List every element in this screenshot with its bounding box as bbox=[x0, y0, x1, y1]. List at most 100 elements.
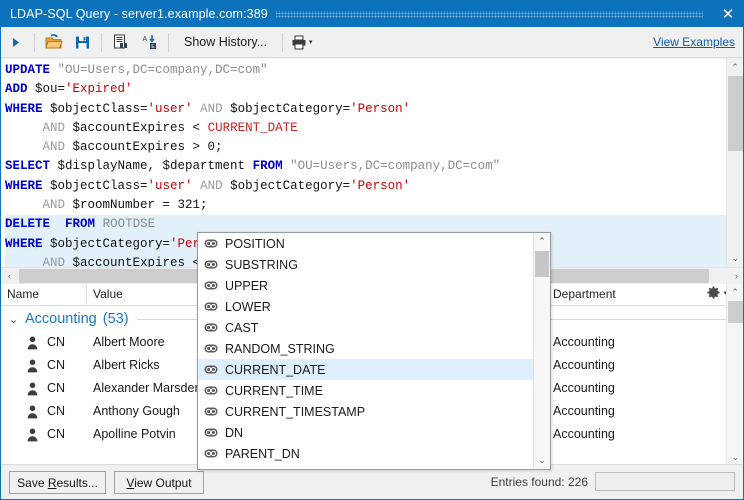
editor-vertical-scrollbar[interactable]: ⌃ ⌄ bbox=[726, 59, 743, 267]
toolbar-separator bbox=[168, 32, 169, 52]
grid-scroll-thumb[interactable] bbox=[728, 301, 743, 323]
scroll-up-icon[interactable]: ⌃ bbox=[534, 233, 550, 250]
autocomplete-item[interactable]: PARENT_DN bbox=[198, 443, 534, 464]
editor-scroll-thumb[interactable] bbox=[728, 76, 743, 151]
row-department: Accounting bbox=[553, 427, 615, 441]
function-badge-icon bbox=[204, 302, 218, 311]
autocomplete-item-label: UPPER bbox=[225, 278, 269, 293]
user-icon bbox=[27, 336, 38, 350]
column-header-department[interactable]: Department bbox=[547, 284, 727, 305]
code-token: 'Expired' bbox=[65, 82, 133, 97]
code-token: $roomNumber = 321; bbox=[65, 198, 208, 213]
code-token: $ou= bbox=[27, 82, 66, 97]
view-output-button[interactable]: View Output bbox=[114, 471, 204, 494]
scroll-left-icon[interactable]: ‹ bbox=[1, 268, 18, 284]
autocomplete-item[interactable]: RANDOM_STRING bbox=[198, 338, 534, 359]
code-token: 'Person' bbox=[350, 178, 411, 193]
code-token: FROM bbox=[252, 159, 283, 174]
save-results-label: Save Results... bbox=[17, 475, 98, 490]
sort-button[interactable]: A E bbox=[137, 30, 162, 55]
row-value: Albert Ricks bbox=[93, 358, 160, 372]
autocomplete-item[interactable]: UPPER bbox=[198, 275, 534, 296]
code-token: $displayName, $department bbox=[50, 159, 253, 174]
code-token: $objectClass= bbox=[42, 101, 148, 116]
code-line: WHERE $objectClass='user' AND $objectCat… bbox=[5, 100, 728, 119]
autocomplete-item-label: CURRENT_TIMESTAMP bbox=[225, 404, 366, 419]
autocomplete-scrollbar[interactable]: ⌃ ⌄ bbox=[533, 233, 550, 469]
toolbar: A E Show History... ▾ View Examples bbox=[1, 27, 743, 58]
toolbar-separator bbox=[101, 32, 102, 52]
user-icon bbox=[27, 359, 38, 373]
save-results-button[interactable]: Save Results... bbox=[9, 471, 106, 494]
gear-icon bbox=[707, 286, 721, 299]
show-history-button[interactable]: Show History... bbox=[175, 30, 276, 55]
autocomplete-item-label: POSITION bbox=[225, 236, 285, 251]
toolbar-separator bbox=[282, 32, 284, 52]
autocomplete-item[interactable]: CURRENT_TIMESTAMP bbox=[198, 401, 534, 422]
code-token: $accountExpires < bbox=[65, 120, 208, 135]
autocomplete-item-label: PARENT_DN bbox=[225, 446, 300, 461]
run-query-button[interactable] bbox=[3, 30, 28, 55]
code-token: $objectCategory= bbox=[42, 236, 171, 251]
chevron-down-icon[interactable]: ⌄ bbox=[9, 313, 25, 326]
scroll-up-icon[interactable]: ⌃ bbox=[727, 284, 743, 301]
grid-vertical-scrollbar[interactable]: ⌃ ⌄ bbox=[726, 284, 743, 466]
code-token: UPDATE bbox=[5, 63, 51, 77]
autocomplete-item[interactable]: POSITION bbox=[198, 233, 534, 254]
function-badge-icon bbox=[204, 449, 218, 458]
scroll-down-icon[interactable]: ⌄ bbox=[534, 452, 550, 469]
open-folder-icon bbox=[44, 34, 63, 49]
code-token: 'user' bbox=[147, 101, 193, 116]
code-line: ADD $ou='Expired' bbox=[5, 80, 728, 99]
row-name: CN bbox=[47, 381, 66, 395]
code-token: $objectCategory= bbox=[222, 178, 351, 193]
autocomplete-item-label: CAST bbox=[225, 320, 259, 335]
print-button[interactable]: ▾ bbox=[289, 30, 314, 55]
autocomplete-item-label: SUBSTRING bbox=[225, 257, 298, 272]
code-token: $objectCategory= bbox=[222, 101, 351, 116]
row-value: Apolline Potvin bbox=[93, 427, 176, 441]
svg-text:E: E bbox=[151, 44, 155, 50]
code-token: FROM bbox=[65, 217, 96, 232]
function-badge-icon bbox=[204, 323, 218, 332]
entries-found-label: Entries found: 226 bbox=[490, 475, 588, 489]
scroll-up-icon[interactable]: ⌃ bbox=[727, 59, 743, 76]
printer-icon bbox=[292, 35, 306, 49]
autocomplete-item[interactable]: LOWER bbox=[198, 296, 534, 317]
row-name: CN bbox=[47, 358, 66, 372]
autocomplete-item[interactable]: CURRENT_TIME bbox=[198, 380, 534, 401]
save-file-button[interactable] bbox=[70, 30, 95, 55]
row-value: Alexander Marsden bbox=[93, 381, 202, 395]
column-header-name[interactable]: Name bbox=[1, 284, 87, 305]
print-caret-icon: ▾ bbox=[308, 38, 313, 46]
code-token: WHERE bbox=[5, 178, 43, 193]
function-badge-icon bbox=[204, 260, 218, 269]
row-department: Accounting bbox=[553, 404, 615, 418]
row-value: Albert Moore bbox=[93, 335, 165, 349]
open-file-button[interactable] bbox=[41, 30, 66, 55]
export-grid-button[interactable] bbox=[108, 30, 133, 55]
autocomplete-item[interactable]: CURRENT_DATE bbox=[198, 359, 534, 380]
code-token: CURRENT_DATE bbox=[207, 120, 298, 135]
scroll-right-icon[interactable]: › bbox=[728, 268, 743, 284]
code-line: AND $roomNumber = 321; bbox=[5, 196, 728, 215]
autocomplete-item[interactable]: SUBSTRING bbox=[198, 254, 534, 275]
autocomplete-item[interactable]: CAST bbox=[198, 317, 534, 338]
autocomplete-scroll-thumb[interactable] bbox=[535, 251, 549, 277]
close-icon[interactable]: ✕ bbox=[711, 1, 743, 27]
row-name: CN bbox=[47, 335, 66, 349]
row-name: CN bbox=[47, 404, 66, 418]
grid-settings-button[interactable]: ▾ bbox=[707, 286, 727, 299]
view-examples-link[interactable]: View Examples bbox=[653, 35, 735, 49]
autocomplete-item[interactable]: DN bbox=[198, 422, 534, 443]
code-token: AND bbox=[42, 120, 66, 135]
window-title: LDAP-SQL Query - server1.example.com:389 bbox=[10, 7, 268, 21]
scroll-down-icon[interactable]: ⌄ bbox=[727, 250, 743, 267]
autocomplete-item-label: DN bbox=[225, 425, 244, 440]
row-department: Accounting bbox=[553, 358, 615, 372]
